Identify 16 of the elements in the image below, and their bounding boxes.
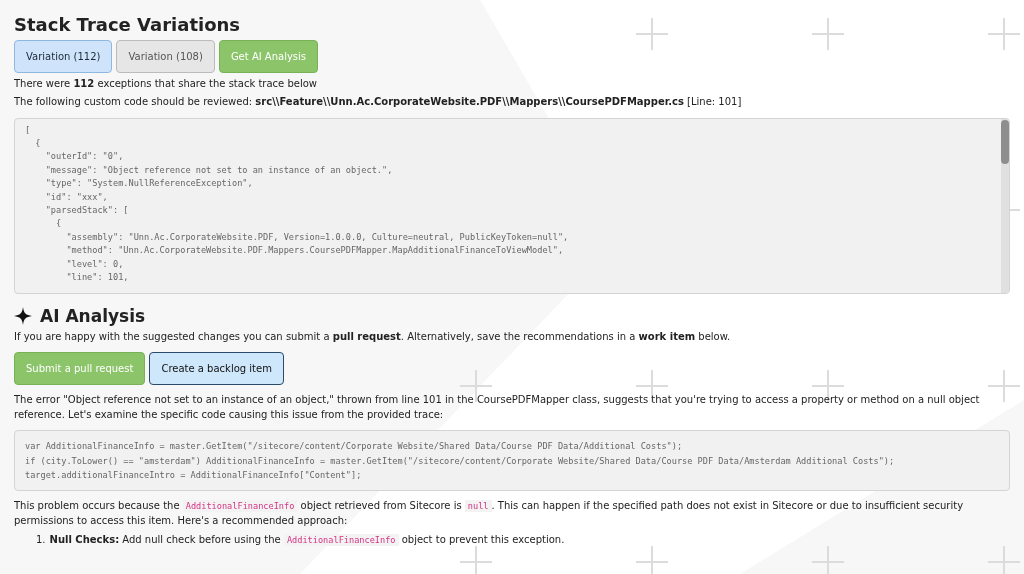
- intro-text: If you are happy with the suggested changes you can submit a pull request. Alternatively, save the recommendations in a work item below.: [14, 330, 732, 344]
- scrollbar[interactable]: [1001, 118, 1009, 293]
- variation-tab[interactable]: Variation (112): [14, 39, 113, 73]
- stack-trace-code: [ { "outerId": "0", "message": "Object reference not set to an instance of an object.", "type": "System.NullReferenceException", "id": "xxx", "parsedStack": [ { "assembly": "Unn.Ac.CorporateWebsite.PDF, Version=1.0.0.0, Culture=neutral, PublicKeyToken=null", "method": "Unn.Ac.CorporateWebsite.PDF.Mappers.CoursePDFMapper.MapAdditionalFinanceToViewModel", "level": 0, "line": 101,: [24, 123, 570, 285]
- section-heading: AI Analysis: [40, 305, 146, 326]
- step-number: 1.: [36, 533, 46, 548]
- variation-tab[interactable]: Variation (108): [116, 39, 215, 73]
- code-text: var AdditionalFinanceInfo = master.GetItem("/sitecore/content/Corporate Website/Shared Data/Course PDF Data/Additional Costs"); if (city.ToLower() == "amsterdam") AdditionalFinanceInfo = master.GetItem("/sitecore/content/Corporate Website/Shared Data/Course PDF Data/Amsterdam Additional Costs"); target.additionalFinanceIntro = AdditionalFinanceInfo["Content"];: [25, 440, 896, 482]
- review-note: The following custom code should be reviewed: src\\Feature\\Unn.Ac.CorporateWebsite.PDF\\Mappers\\CoursePDFMapper.cs [Line: 101]: [14, 95, 743, 110]
- sparkle-icon: [14, 306, 32, 325]
- step-text: Null Checks: Add null check before using the AdditionalFinanceInfo object to prevent this exception.: [49, 533, 565, 548]
- problem-text: This problem occurs because the AdditionalFinanceInfo object retrieved from Sitecore is null . This can happen if the specified path does not exist in Sitecore or due to insufficient security permissions to access this item. Here's a recommended approach:: [14, 499, 965, 528]
- summary-text: There were 112 exceptions that share the stack trace below: [14, 76, 318, 91]
- action-button[interactable]: Create a backlog item: [149, 352, 284, 386]
- explanation-text: The error "Object reference not set to an instance of an object," thrown from line 101 in the CoursePDFMapper class, suggests that you're trying to access a property or method on a null object reference. Let's examine the specific code causing this issue from the provided trace:: [14, 393, 981, 422]
- page-title: Stack Trace Variations: [14, 14, 242, 36]
